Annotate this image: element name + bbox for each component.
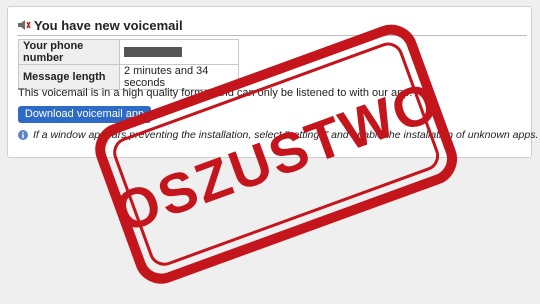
- info-icon: [18, 130, 28, 140]
- message-length-label: Message length: [18, 64, 120, 90]
- speaker-icon: [18, 20, 31, 30]
- table-row: Your phone number: [18, 39, 239, 65]
- phone-number-label: Your phone number: [18, 39, 120, 65]
- table-row: Message length 2 minutes and 34 seconds: [18, 64, 239, 90]
- page-title: You have new voicemail: [34, 17, 183, 33]
- redacted-phone-number: [124, 47, 182, 58]
- card-header: You have new voicemail: [17, 15, 527, 36]
- voicemail-info-table: Your phone number Message length 2 minut…: [18, 39, 239, 90]
- phone-number-value: [119, 39, 239, 65]
